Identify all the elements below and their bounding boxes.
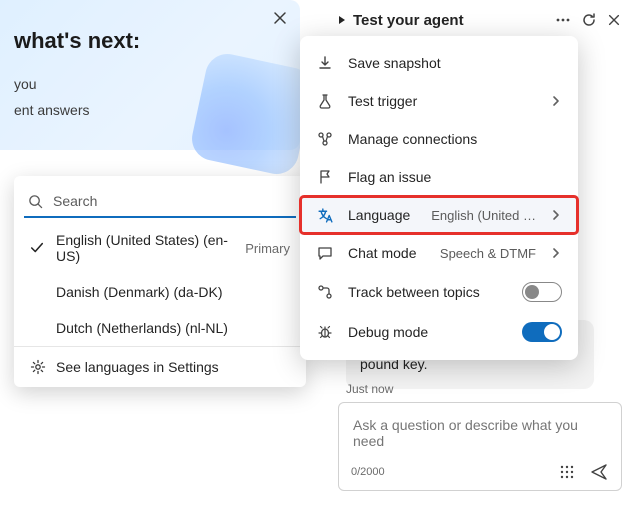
bug-icon <box>316 323 334 341</box>
gear-icon <box>30 359 46 375</box>
decorative-tile <box>188 50 316 178</box>
char-count: 0/2000 <box>351 466 385 478</box>
track-toggle[interactable] <box>522 282 562 302</box>
chevron-right-icon <box>550 247 562 259</box>
ctx-manage-connections[interactable]: Manage connections <box>300 120 578 158</box>
ctx-label: Debug mode <box>348 324 508 340</box>
language-search-wrap <box>24 186 296 218</box>
ctx-label: Flag an issue <box>348 169 562 185</box>
see-languages-settings[interactable]: See languages in Settings <box>14 346 306 387</box>
language-option[interactable]: Dutch (Netherlands) (nl-NL) <box>14 310 306 346</box>
chevron-right-icon <box>550 95 562 107</box>
chevron-right-icon <box>550 209 562 221</box>
download-icon <box>316 54 334 72</box>
keypad-icon[interactable] <box>559 464 575 480</box>
ctx-language[interactable]: Language English (United … <box>300 196 578 234</box>
ctx-flag-issue[interactable]: Flag an issue <box>300 158 578 196</box>
ctx-chat-mode[interactable]: Chat mode Speech & DTMF <box>300 234 578 272</box>
debug-toggle[interactable] <box>522 322 562 342</box>
language-option-label: Dutch (Netherlands) (nl-NL) <box>56 320 290 336</box>
test-pane-context-menu: Save snapshot Test trigger Manage connec… <box>300 36 578 360</box>
flask-icon <box>316 92 334 110</box>
close-icon[interactable] <box>605 11 623 29</box>
ctx-test-trigger[interactable]: Test trigger <box>300 82 578 120</box>
chat-icon <box>316 244 334 262</box>
track-icon <box>316 283 334 301</box>
ctx-label: Save snapshot <box>348 55 562 71</box>
message-timestamp: Just now <box>346 382 393 396</box>
language-option[interactable]: English (United States) (en-US) Primary <box>14 222 306 274</box>
send-icon[interactable] <box>589 462 609 482</box>
ctx-label: Track between topics <box>348 284 508 300</box>
ctx-track-topics[interactable]: Track between topics <box>300 272 578 312</box>
language-search-input[interactable] <box>51 192 292 210</box>
ctx-label: Chat mode <box>348 245 426 261</box>
test-pane-header: Test your agent <box>335 4 625 40</box>
search-icon <box>28 194 43 209</box>
language-option[interactable]: Danish (Denmark) (da-DK) <box>14 274 306 310</box>
test-pane-title: Test your agent <box>353 12 547 29</box>
connections-icon <box>316 130 334 148</box>
language-icon <box>316 206 334 224</box>
flag-icon <box>316 168 334 186</box>
ctx-value: Speech & DTMF <box>440 246 536 261</box>
chat-input-container: 0/2000 <box>338 402 622 491</box>
language-dropdown-panel: English (United States) (en-US) Primary … <box>14 176 306 387</box>
chat-input-actions <box>559 462 609 482</box>
close-icon[interactable] <box>272 10 288 26</box>
caret-right-icon[interactable] <box>337 15 347 25</box>
see-languages-label: See languages in Settings <box>56 359 219 375</box>
whats-next-card: what's next: you ent answers <box>0 0 300 150</box>
language-option-label: Danish (Denmark) (da-DK) <box>56 284 290 300</box>
more-icon[interactable] <box>553 10 573 30</box>
ctx-label: Test trigger <box>348 93 536 109</box>
ctx-debug-mode[interactable]: Debug mode <box>300 312 578 352</box>
language-option-label: English (United States) (en-US) <box>56 232 235 264</box>
ctx-save-snapshot[interactable]: Save snapshot <box>300 44 578 82</box>
whats-next-title: what's next: <box>14 28 278 54</box>
refresh-icon[interactable] <box>579 10 599 30</box>
ctx-value: English (United … <box>431 208 536 223</box>
ctx-label: Language <box>348 207 417 223</box>
chat-input-footer: 0/2000 <box>351 462 609 482</box>
chat-input[interactable] <box>351 415 609 453</box>
check-icon <box>30 241 46 255</box>
language-option-badge: Primary <box>245 241 290 256</box>
ctx-label: Manage connections <box>348 131 562 147</box>
